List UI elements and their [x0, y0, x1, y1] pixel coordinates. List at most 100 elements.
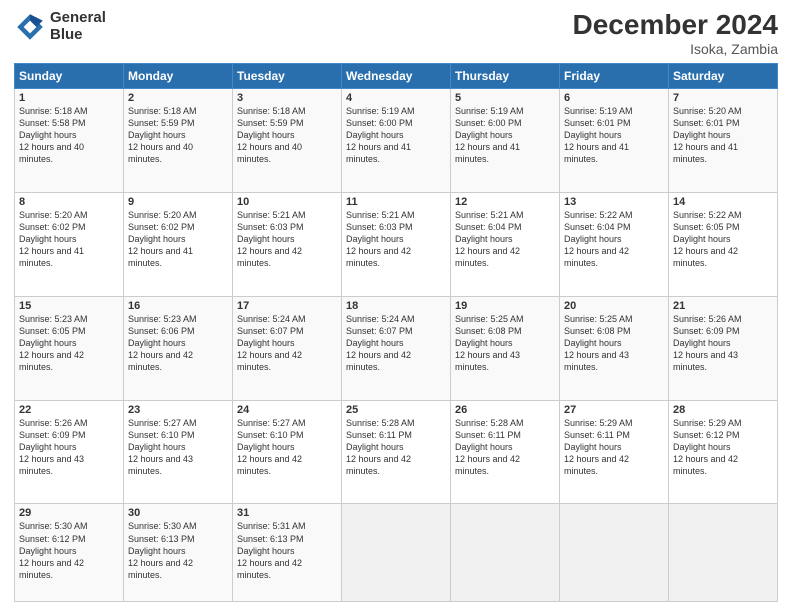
table-row — [669, 504, 778, 602]
table-row: 21Sunrise: 5:26 AMSunset: 6:09 PMDayligh… — [669, 296, 778, 400]
day-info: Sunrise: 5:24 AMSunset: 6:07 PMDaylight … — [346, 313, 446, 374]
day-number: 2 — [128, 92, 228, 104]
page: General Blue December 2024 Isoka, Zambia… — [0, 0, 792, 612]
table-row: 29Sunrise: 5:30 AMSunset: 6:12 PMDayligh… — [15, 504, 124, 602]
day-number: 19 — [455, 300, 555, 312]
day-number: 8 — [19, 196, 119, 208]
day-number: 29 — [19, 507, 119, 519]
day-info: Sunrise: 5:19 AMSunset: 6:00 PMDaylight … — [346, 105, 446, 166]
day-number: 13 — [564, 196, 664, 208]
col-tuesday: Tuesday — [233, 63, 342, 88]
day-number: 28 — [673, 404, 773, 416]
day-number: 18 — [346, 300, 446, 312]
day-number: 15 — [19, 300, 119, 312]
day-info: Sunrise: 5:20 AMSunset: 6:02 PMDaylight … — [19, 209, 119, 270]
day-info: Sunrise: 5:21 AMSunset: 6:03 PMDaylight … — [346, 209, 446, 270]
col-wednesday: Wednesday — [342, 63, 451, 88]
day-number: 23 — [128, 404, 228, 416]
day-number: 17 — [237, 300, 337, 312]
table-row — [451, 504, 560, 602]
table-row: 23Sunrise: 5:27 AMSunset: 6:10 PMDayligh… — [124, 400, 233, 504]
day-info: Sunrise: 5:23 AMSunset: 6:06 PMDaylight … — [128, 313, 228, 374]
day-info: Sunrise: 5:20 AMSunset: 6:01 PMDaylight … — [673, 105, 773, 166]
day-number: 31 — [237, 507, 337, 519]
day-number: 6 — [564, 92, 664, 104]
day-number: 22 — [19, 404, 119, 416]
day-info: Sunrise: 5:26 AMSunset: 6:09 PMDaylight … — [673, 313, 773, 374]
day-number: 3 — [237, 92, 337, 104]
table-row: 16Sunrise: 5:23 AMSunset: 6:06 PMDayligh… — [124, 296, 233, 400]
day-number: 4 — [346, 92, 446, 104]
day-number: 14 — [673, 196, 773, 208]
table-row — [342, 504, 451, 602]
day-number: 27 — [564, 404, 664, 416]
table-row: 24Sunrise: 5:27 AMSunset: 6:10 PMDayligh… — [233, 400, 342, 504]
col-monday: Monday — [124, 63, 233, 88]
day-number: 11 — [346, 196, 446, 208]
table-row: 11Sunrise: 5:21 AMSunset: 6:03 PMDayligh… — [342, 192, 451, 296]
logo-text: General Blue — [50, 10, 106, 43]
table-row: 28Sunrise: 5:29 AMSunset: 6:12 PMDayligh… — [669, 400, 778, 504]
day-info: Sunrise: 5:31 AMSunset: 6:13 PMDaylight … — [237, 520, 337, 581]
table-row: 25Sunrise: 5:28 AMSunset: 6:11 PMDayligh… — [342, 400, 451, 504]
day-info: Sunrise: 5:27 AMSunset: 6:10 PMDaylight … — [128, 417, 228, 478]
day-info: Sunrise: 5:18 AMSunset: 5:59 PMDaylight … — [128, 105, 228, 166]
day-info: Sunrise: 5:26 AMSunset: 6:09 PMDaylight … — [19, 417, 119, 478]
table-row: 8Sunrise: 5:20 AMSunset: 6:02 PMDaylight… — [15, 192, 124, 296]
day-info: Sunrise: 5:27 AMSunset: 6:10 PMDaylight … — [237, 417, 337, 478]
day-info: Sunrise: 5:18 AMSunset: 5:59 PMDaylight … — [237, 105, 337, 166]
day-info: Sunrise: 5:21 AMSunset: 6:03 PMDaylight … — [237, 209, 337, 270]
day-info: Sunrise: 5:29 AMSunset: 6:11 PMDaylight … — [564, 417, 664, 478]
day-info: Sunrise: 5:22 AMSunset: 6:04 PMDaylight … — [564, 209, 664, 270]
day-info: Sunrise: 5:24 AMSunset: 6:07 PMDaylight … — [237, 313, 337, 374]
day-info: Sunrise: 5:29 AMSunset: 6:12 PMDaylight … — [673, 417, 773, 478]
day-info: Sunrise: 5:30 AMSunset: 6:12 PMDaylight … — [19, 520, 119, 581]
day-number: 24 — [237, 404, 337, 416]
header-row: Sunday Monday Tuesday Wednesday Thursday… — [15, 63, 778, 88]
table-row: 7Sunrise: 5:20 AMSunset: 6:01 PMDaylight… — [669, 88, 778, 192]
day-info: Sunrise: 5:28 AMSunset: 6:11 PMDaylight … — [346, 417, 446, 478]
table-row: 2Sunrise: 5:18 AMSunset: 5:59 PMDaylight… — [124, 88, 233, 192]
table-row: 4Sunrise: 5:19 AMSunset: 6:00 PMDaylight… — [342, 88, 451, 192]
day-number: 5 — [455, 92, 555, 104]
table-row: 5Sunrise: 5:19 AMSunset: 6:00 PMDaylight… — [451, 88, 560, 192]
logo: General Blue — [14, 10, 106, 43]
table-row: 12Sunrise: 5:21 AMSunset: 6:04 PMDayligh… — [451, 192, 560, 296]
day-info: Sunrise: 5:18 AMSunset: 5:58 PMDaylight … — [19, 105, 119, 166]
day-number: 1 — [19, 92, 119, 104]
table-row: 10Sunrise: 5:21 AMSunset: 6:03 PMDayligh… — [233, 192, 342, 296]
day-number: 25 — [346, 404, 446, 416]
day-number: 16 — [128, 300, 228, 312]
day-info: Sunrise: 5:22 AMSunset: 6:05 PMDaylight … — [673, 209, 773, 270]
header: General Blue December 2024 Isoka, Zambia — [14, 10, 778, 57]
col-friday: Friday — [560, 63, 669, 88]
day-info: Sunrise: 5:19 AMSunset: 6:00 PMDaylight … — [455, 105, 555, 166]
col-thursday: Thursday — [451, 63, 560, 88]
table-row — [560, 504, 669, 602]
table-row: 26Sunrise: 5:28 AMSunset: 6:11 PMDayligh… — [451, 400, 560, 504]
table-row: 30Sunrise: 5:30 AMSunset: 6:13 PMDayligh… — [124, 504, 233, 602]
day-info: Sunrise: 5:23 AMSunset: 6:05 PMDaylight … — [19, 313, 119, 374]
day-number: 26 — [455, 404, 555, 416]
col-sunday: Sunday — [15, 63, 124, 88]
day-info: Sunrise: 5:25 AMSunset: 6:08 PMDaylight … — [564, 313, 664, 374]
day-info: Sunrise: 5:25 AMSunset: 6:08 PMDaylight … — [455, 313, 555, 374]
day-number: 10 — [237, 196, 337, 208]
table-row: 1Sunrise: 5:18 AMSunset: 5:58 PMDaylight… — [15, 88, 124, 192]
day-number: 7 — [673, 92, 773, 104]
day-info: Sunrise: 5:20 AMSunset: 6:02 PMDaylight … — [128, 209, 228, 270]
col-saturday: Saturday — [669, 63, 778, 88]
table-row: 9Sunrise: 5:20 AMSunset: 6:02 PMDaylight… — [124, 192, 233, 296]
day-number: 20 — [564, 300, 664, 312]
day-number: 9 — [128, 196, 228, 208]
calendar-table: Sunday Monday Tuesday Wednesday Thursday… — [14, 63, 778, 602]
table-row: 22Sunrise: 5:26 AMSunset: 6:09 PMDayligh… — [15, 400, 124, 504]
day-number: 21 — [673, 300, 773, 312]
title-area: December 2024 Isoka, Zambia — [573, 10, 778, 57]
table-row: 31Sunrise: 5:31 AMSunset: 6:13 PMDayligh… — [233, 504, 342, 602]
table-row: 18Sunrise: 5:24 AMSunset: 6:07 PMDayligh… — [342, 296, 451, 400]
logo-line2: Blue — [50, 27, 106, 44]
table-row: 27Sunrise: 5:29 AMSunset: 6:11 PMDayligh… — [560, 400, 669, 504]
calendar-subtitle: Isoka, Zambia — [573, 41, 778, 57]
day-number: 30 — [128, 507, 228, 519]
